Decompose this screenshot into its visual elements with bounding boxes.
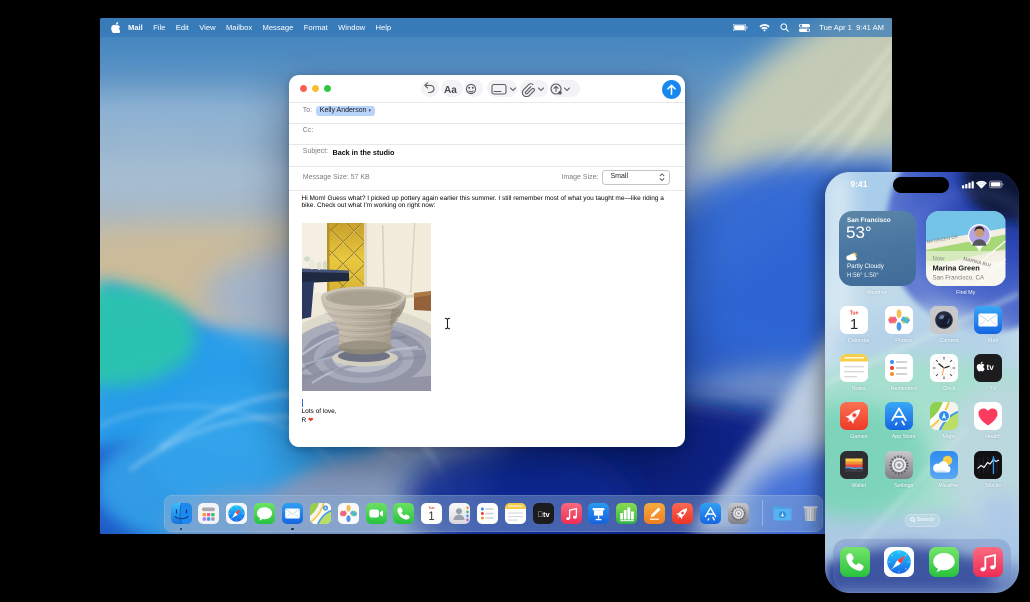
svg-text:1: 1 (428, 511, 434, 523)
svg-text:San Francisco, CA: San Francisco, CA (933, 274, 985, 281)
svg-text:Aa: Aa (444, 85, 457, 96)
svg-text:tv: tv (987, 363, 995, 372)
svg-text:Marina Green: Marina Green (933, 263, 981, 272)
svg-text:Now: Now (933, 256, 946, 262)
svg-text:1: 1 (850, 316, 858, 333)
svg-text:tv: tv (537, 510, 550, 519)
svg-text:Tue: Tue (429, 506, 435, 510)
